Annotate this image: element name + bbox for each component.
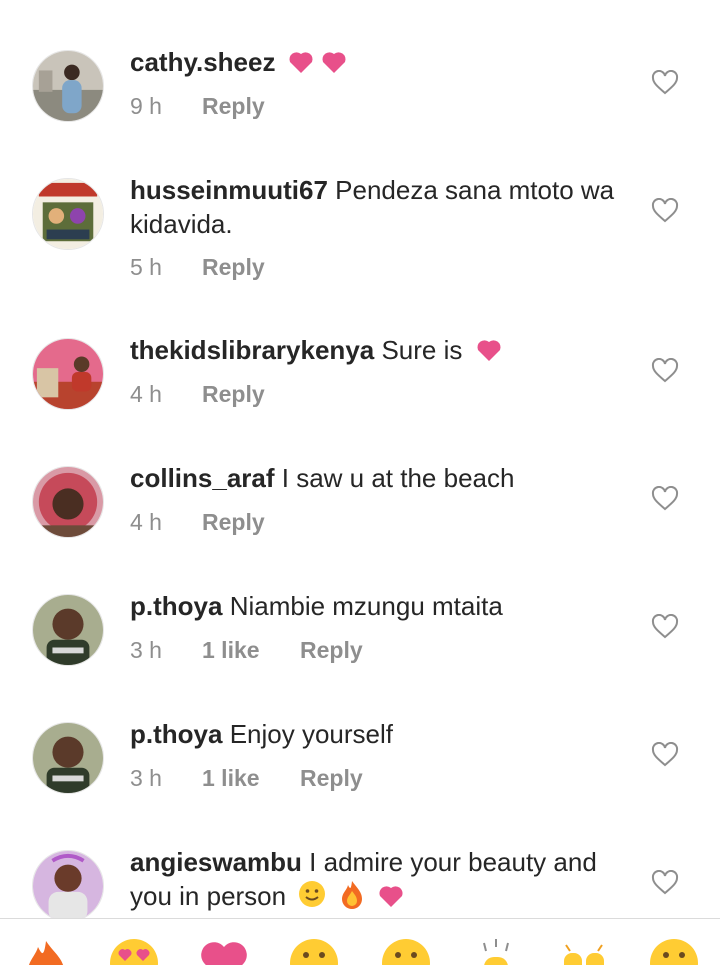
comment-text: Enjoy yourself	[229, 719, 393, 749]
comment-username[interactable]: p.thoya	[130, 591, 222, 621]
smile-emoji	[297, 879, 327, 917]
comment-body: p.thoya Enjoy yourself	[130, 717, 630, 751]
reply-button[interactable]: Reply	[202, 381, 265, 408]
comment-time: 5 h	[130, 253, 162, 280]
avatar[interactable]	[32, 50, 104, 122]
comment-username[interactable]: angieswambu	[130, 847, 302, 877]
like-count[interactable]: 1 like	[202, 765, 300, 792]
comment-body: thekidslibrarykenya Sure is	[130, 333, 630, 371]
comment-text: Niambie mzungu mtaita	[229, 591, 503, 621]
comment-meta: 4 h Reply	[130, 379, 265, 409]
comment-time: 4 h	[130, 508, 162, 535]
comment-username[interactable]: thekidslibrarykenya	[130, 335, 374, 365]
reply-button[interactable]: Reply	[300, 637, 363, 664]
like-heart-icon[interactable]	[651, 614, 679, 640]
comment-body: angieswambu I admire your beauty and you…	[130, 845, 630, 917]
avatar[interactable]	[32, 466, 104, 538]
avatar[interactable]	[32, 178, 104, 250]
like-heart-icon[interactable]	[651, 358, 679, 384]
comment-username[interactable]: collins_araf	[130, 463, 275, 493]
comment-username[interactable]: cathy.sheez	[130, 47, 275, 77]
comment-meta: 9 h Reply	[130, 91, 265, 121]
avatar[interactable]	[32, 850, 104, 922]
comment-text: I saw u at the beach	[281, 463, 515, 493]
comment-meta: 5 h Reply	[130, 252, 265, 282]
comment-text: Sure is	[381, 335, 463, 365]
clap-emoji[interactable]	[470, 937, 522, 965]
comment-body: cathy.sheez	[130, 45, 630, 83]
comment-time: 9 h	[130, 92, 162, 119]
comment-body: husseinmuuti67 Pendeza sana mtoto wa kid…	[130, 173, 630, 241]
grin-emoji[interactable]	[288, 937, 340, 965]
like-heart-icon[interactable]	[651, 486, 679, 512]
avatar[interactable]	[32, 722, 104, 794]
reply-button[interactable]: Reply	[202, 93, 265, 120]
smile-emoji[interactable]	[648, 937, 700, 965]
avatar[interactable]	[32, 338, 104, 410]
comment-username[interactable]: husseinmuuti67	[130, 175, 328, 205]
comment-meta: 4 h Reply	[130, 507, 265, 537]
reply-button[interactable]: Reply	[202, 254, 265, 281]
fire-emoji	[339, 879, 365, 917]
comment-meta: 3 h 1 like Reply	[130, 635, 363, 665]
like-heart-icon[interactable]	[651, 70, 679, 96]
like-heart-icon[interactable]	[651, 870, 679, 896]
heart-emoji	[376, 883, 406, 917]
emoji-reaction-bar	[0, 918, 720, 965]
reply-button[interactable]: Reply	[202, 509, 265, 536]
heart-eyes-emoji[interactable]	[108, 937, 160, 965]
like-count[interactable]: 1 like	[202, 637, 300, 664]
heart-emoji	[287, 49, 349, 83]
comment-body: p.thoya Niambie mzungu mtaita	[130, 589, 630, 623]
like-heart-icon[interactable]	[651, 198, 679, 224]
comment-username[interactable]: p.thoya	[130, 719, 222, 749]
comment-time: 3 h	[130, 764, 162, 791]
comment-meta: 3 h 1 like Reply	[130, 763, 363, 793]
avatar[interactable]	[32, 594, 104, 666]
raising-hands-emoji[interactable]	[558, 937, 610, 965]
heart-emoji[interactable]	[198, 937, 250, 965]
comment-body: collins_araf I saw u at the beach	[130, 461, 630, 495]
heart-emoji	[474, 337, 504, 371]
comment-time: 4 h	[130, 380, 162, 407]
comment-time: 3 h	[130, 636, 162, 663]
fire-emoji[interactable]	[20, 937, 72, 965]
grimace-emoji[interactable]	[380, 937, 432, 965]
like-heart-icon[interactable]	[651, 742, 679, 768]
reply-button[interactable]: Reply	[300, 765, 363, 792]
